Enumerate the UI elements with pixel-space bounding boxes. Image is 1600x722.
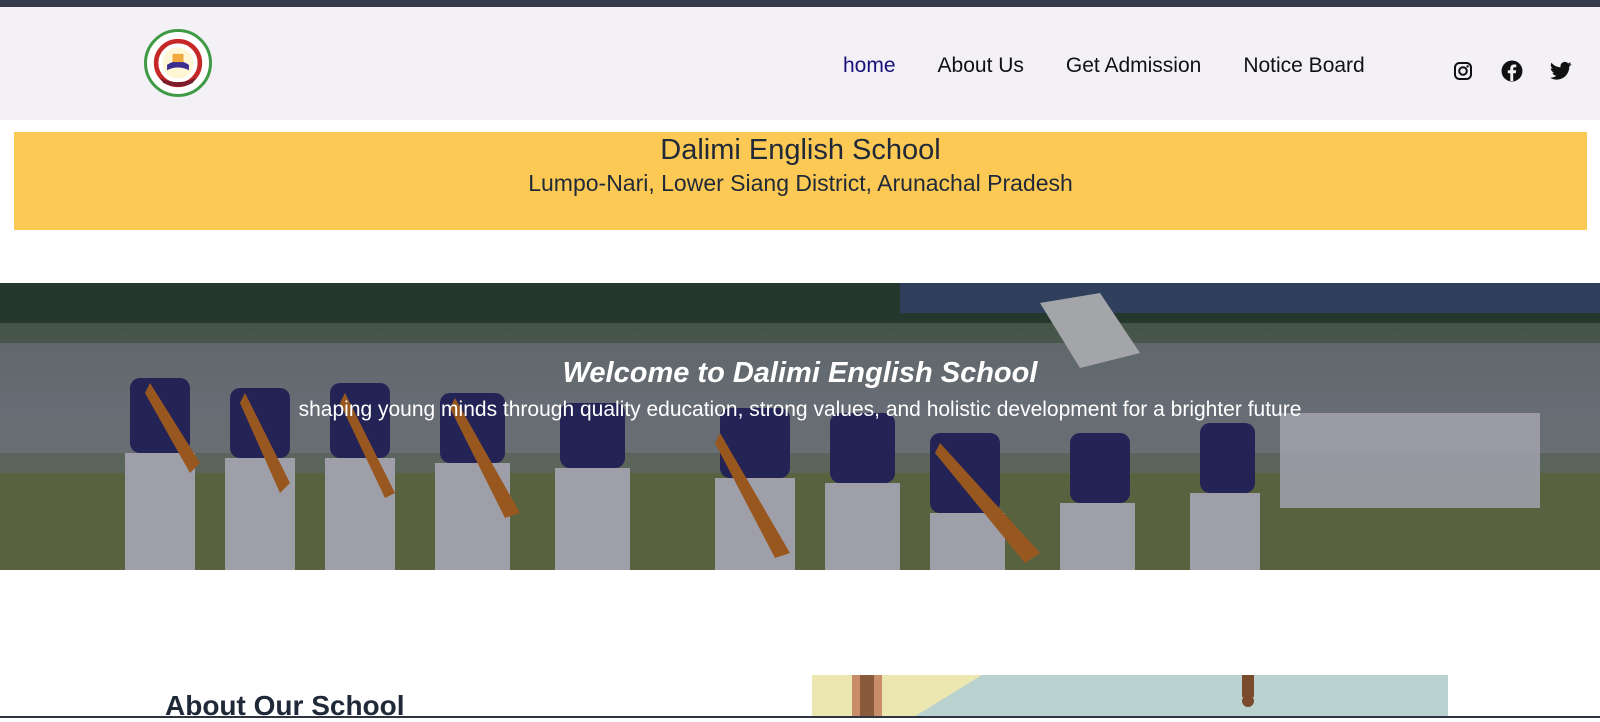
nav-about-us[interactable]: About Us: [938, 54, 1024, 78]
nav-home[interactable]: home: [843, 54, 896, 78]
about-school-image: [812, 675, 1448, 718]
hero-subtitle: shaping young minds through quality educ…: [298, 398, 1302, 421]
school-banner: Dalimi English School Lumpo-Nari, Lower …: [14, 132, 1587, 230]
school-name: Dalimi English School: [660, 134, 941, 166]
facebook-icon[interactable]: [1500, 59, 1524, 83]
school-location: Lumpo-Nari, Lower Siang District, Arunac…: [528, 170, 1073, 196]
navbar: home About Us Get Admission Notice Board: [0, 7, 1600, 120]
twitter-icon[interactable]: [1549, 59, 1573, 83]
main-nav: home About Us Get Admission Notice Board: [843, 51, 1407, 81]
hero-title: Welcome to Dalimi English School: [562, 357, 1038, 389]
school-logo[interactable]: [144, 29, 212, 97]
nav-get-admission[interactable]: Get Admission: [1066, 54, 1201, 78]
hero-overlay: [0, 283, 1600, 570]
top-strip: [0, 0, 1600, 7]
instagram-icon[interactable]: [1451, 59, 1475, 83]
social-links: [1451, 59, 1573, 83]
nav-notice-board[interactable]: Notice Board: [1243, 54, 1364, 78]
hero-section: Welcome to Dalimi English School shaping…: [0, 283, 1600, 570]
